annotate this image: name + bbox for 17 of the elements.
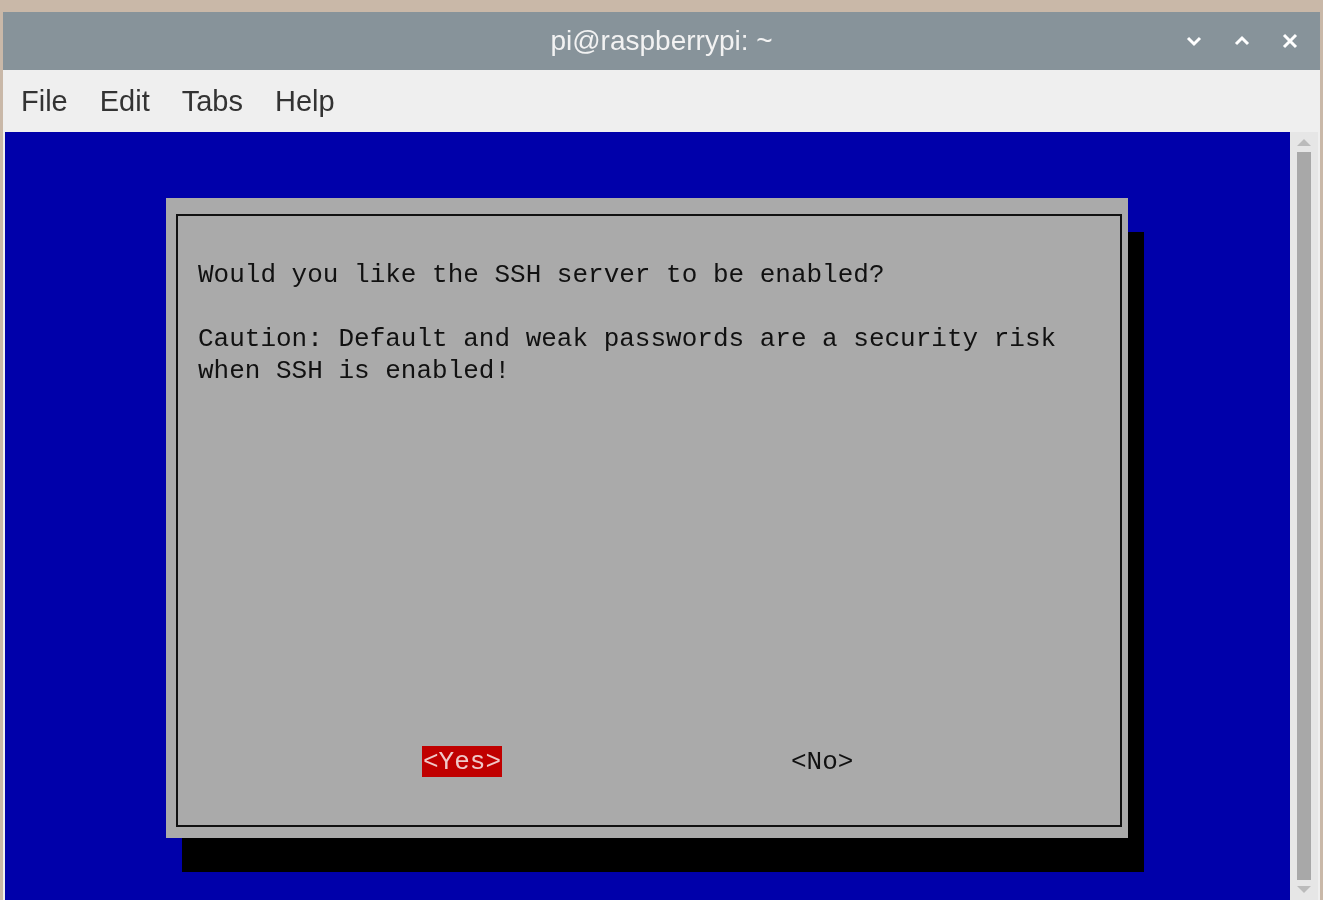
menu-item[interactable]: File (21, 84, 68, 118)
menu-item[interactable]: Edit (99, 84, 150, 118)
menu-item[interactable]: Help (275, 84, 335, 118)
scroll-down-icon[interactable] (1297, 886, 1311, 894)
scroll-up-icon[interactable] (1297, 138, 1311, 146)
dialog-text: Caution: Default and weak passwords are a security risk (198, 324, 1057, 354)
dialog-button[interactable]: <No> (790, 746, 855, 777)
dialog-text: when SSH is enabled! (198, 356, 511, 386)
maximize-icon[interactable] (1234, 35, 1250, 47)
close-icon[interactable] (1282, 33, 1298, 49)
menu-item[interactable]: Tabs (181, 84, 243, 118)
dialog-button[interactable]: <Yes> (422, 746, 502, 777)
minimize-icon[interactable] (1186, 35, 1202, 47)
dialog-text: Would you like the SSH server to be enabled? (198, 260, 885, 290)
window-title: pi@raspberrypi: ~ (550, 25, 773, 57)
scrollbar-thumb[interactable] (1297, 152, 1311, 880)
scrollbar[interactable] (1290, 132, 1318, 900)
